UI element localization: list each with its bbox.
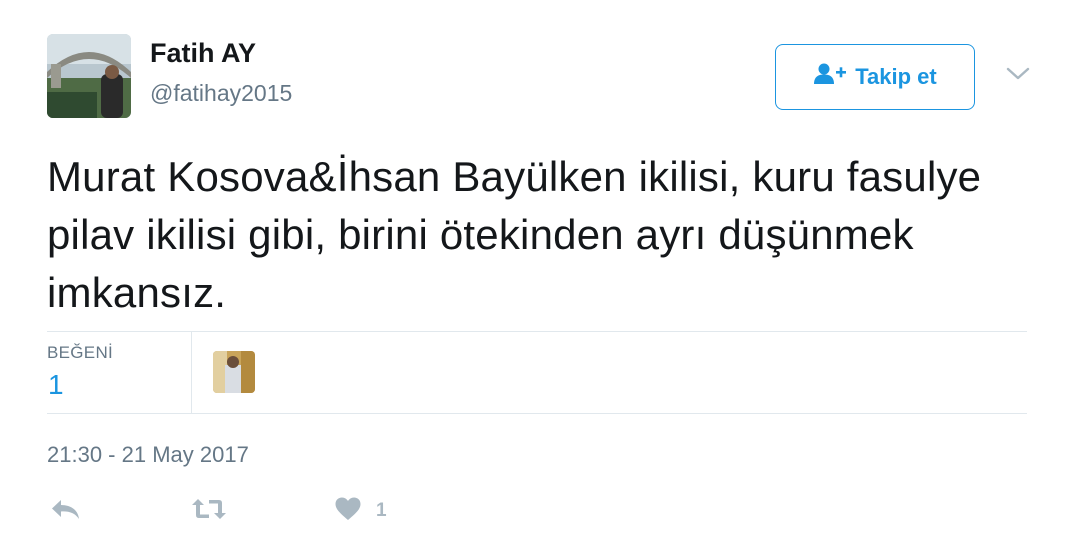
retweet-button[interactable] [190,495,228,527]
author-handle[interactable]: @fatihay2015 [150,80,292,107]
reply-icon [50,497,82,526]
like-button[interactable]: 1 [334,495,387,527]
stats-bottom-divider [47,413,1027,414]
heart-icon [334,496,362,527]
likes-label: BEĞENİ [47,343,114,362]
chevron-down-icon[interactable] [1004,62,1032,86]
liker-avatar-image [213,351,255,393]
author-display-name[interactable]: Fatih AY [150,38,256,69]
likes-value[interactable]: 1 [48,369,64,401]
avatar-image [47,34,131,118]
follow-button-label: Takip et [855,64,937,89]
author-avatar[interactable] [47,34,131,118]
stats-vertical-divider [191,332,192,414]
liker-avatar[interactable] [213,351,255,393]
tweet-text: Murat Kosova&İhsan Bayülken ikilisi, kur… [47,153,982,316]
stats-top-divider [47,331,1027,332]
add-user-icon [813,62,847,92]
tweet-timestamp[interactable]: 21:30 - 21 May 2017 [47,442,249,468]
like-count: 1 [376,500,387,521]
follow-button[interactable]: Takip et [775,44,975,110]
retweet-icon [190,495,228,528]
reply-button[interactable] [50,495,82,527]
